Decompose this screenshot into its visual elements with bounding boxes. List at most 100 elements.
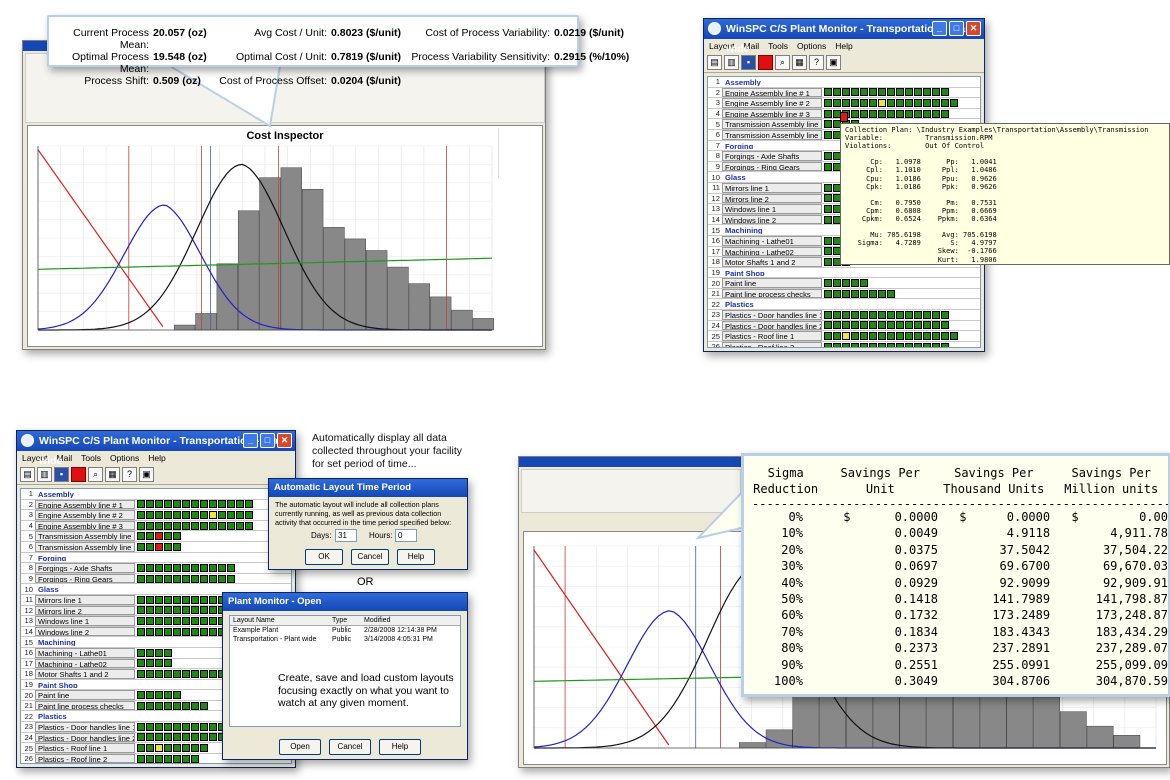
status-cell-ok[interactable] (896, 109, 904, 118)
status-cell-ok[interactable] (941, 88, 949, 97)
status-cell-ok[interactable] (191, 627, 199, 636)
status-cell-ok[interactable] (824, 109, 832, 118)
status-cell-ok[interactable] (932, 98, 940, 107)
status-cell-ok[interactable] (218, 521, 226, 530)
status-cell-ok[interactable] (182, 500, 190, 509)
status-cell-ok[interactable] (878, 88, 886, 97)
status-cell-ok[interactable] (146, 691, 154, 700)
status-cell-ok[interactable] (146, 616, 154, 625)
table-row[interactable]: 8 Forgings - Axle Shafts (21, 563, 291, 574)
menu-tools[interactable]: Tools (768, 39, 788, 53)
status-cell-ok[interactable] (164, 648, 172, 657)
table-row[interactable]: 2 Engine Assembly line # 1 (21, 499, 291, 511)
status-cell-ok[interactable] (164, 754, 172, 763)
status-cell-ok[interactable] (173, 510, 181, 519)
status-cell-ok[interactable] (851, 310, 859, 319)
status-cell-ok[interactable] (173, 563, 181, 572)
window-icon[interactable]: ▣ (826, 55, 841, 70)
status-cell-ok[interactable] (191, 500, 199, 509)
help-icon[interactable]: ? (809, 55, 824, 70)
status-cell-ok[interactable] (869, 98, 877, 107)
status-cell-ok[interactable] (941, 109, 949, 118)
status-cell-ok[interactable] (191, 754, 199, 763)
col-layout-name[interactable]: Layout Name (230, 616, 332, 625)
layout-list[interactable]: Layout Name Type Modified Example Plant … (229, 615, 461, 727)
status-cell-ok[interactable] (905, 98, 913, 107)
status-cell-ok[interactable] (914, 88, 922, 97)
status-cell-ok[interactable] (173, 733, 181, 742)
status-cell-ok[interactable] (137, 510, 145, 519)
status-cell-ok[interactable] (887, 98, 895, 107)
status-cell-ok[interactable] (941, 310, 949, 319)
status-cell-ok[interactable] (137, 701, 145, 710)
status-cell-ok[interactable] (200, 744, 208, 753)
status-cell-ok[interactable] (923, 98, 931, 107)
status-cell-ok[interactable] (182, 521, 190, 530)
table-row[interactable]: 26 Plastics - Roof line 2 (708, 341, 980, 347)
maximize-icon[interactable]: □ (260, 433, 275, 448)
status-cell-ok[interactable] (236, 521, 244, 530)
status-cell-ok[interactable] (137, 722, 145, 731)
status-cell-ok[interactable] (191, 733, 199, 742)
status-cell-ok[interactable] (173, 627, 181, 636)
status-cell-ok[interactable] (200, 722, 208, 731)
status-cell-ok[interactable] (209, 595, 217, 604)
status-cell-ok[interactable] (887, 310, 895, 319)
status-cell-ok[interactable] (200, 574, 208, 583)
status-cell-ok[interactable] (200, 510, 208, 519)
status-cell-ok[interactable] (218, 563, 226, 572)
status-cell-ok[interactable] (146, 627, 154, 636)
status-cell-ok[interactable] (191, 616, 199, 625)
status-cell-ok[interactable] (209, 500, 217, 509)
status-cell-ok[interactable] (146, 659, 154, 668)
status-cell-ok[interactable] (824, 289, 832, 298)
maximize-icon[interactable]: □ (949, 21, 964, 36)
status-cell-ok[interactable] (146, 574, 154, 583)
col-modified[interactable]: Modified (364, 616, 458, 625)
status-cell-ok[interactable] (182, 669, 190, 678)
status-cell-ok[interactable] (896, 342, 904, 347)
status-cell-ok[interactable] (200, 701, 208, 710)
status-cell-ok[interactable] (878, 332, 886, 341)
stop-icon[interactable] (71, 467, 86, 482)
status-cell-ok[interactable] (914, 321, 922, 330)
status-cell-ok[interactable] (905, 88, 913, 97)
status-cell-ok[interactable] (191, 521, 199, 530)
status-cell-ok[interactable] (173, 669, 181, 678)
status-cell-ok[interactable] (869, 321, 877, 330)
status-cell-ok[interactable] (923, 88, 931, 97)
status-cell-ok[interactable] (905, 332, 913, 341)
status-cell-ok[interactable] (941, 332, 949, 341)
status-cell-ok[interactable] (155, 691, 163, 700)
status-cell-ok[interactable] (209, 733, 217, 742)
status-cell-ok[interactable] (932, 321, 940, 330)
status-cell-ok[interactable] (860, 310, 868, 319)
status-cell-ok[interactable] (209, 669, 217, 678)
status-cell-ok[interactable] (887, 88, 895, 97)
status-cell-ok[interactable] (173, 532, 181, 541)
status-cell-ok[interactable] (941, 98, 949, 107)
status-cell-ok[interactable] (137, 532, 145, 541)
status-cell-ok[interactable] (182, 733, 190, 742)
status-cell-ok[interactable] (137, 616, 145, 625)
status-cell-ok[interactable] (137, 606, 145, 615)
hours-spinner[interactable]: 0 (395, 529, 417, 542)
status-cell-ok[interactable] (833, 332, 841, 341)
status-cell-ok[interactable] (887, 321, 895, 330)
status-cell-ok[interactable] (164, 542, 172, 551)
status-cell-ok[interactable] (245, 521, 253, 530)
status-cell-ok[interactable] (137, 659, 145, 668)
status-cell-ok[interactable] (896, 310, 904, 319)
status-cell-ok[interactable] (824, 247, 832, 256)
status-cell-ok[interactable] (155, 574, 163, 583)
status-cell-ok[interactable] (164, 510, 172, 519)
status-cell-ok[interactable] (905, 321, 913, 330)
status-cell-ok[interactable] (824, 342, 832, 347)
status-cell-warning[interactable] (842, 332, 850, 341)
menu-options[interactable]: Options (110, 451, 139, 465)
status-cell-ok[interactable] (824, 236, 832, 245)
status-cell-ok[interactable] (932, 310, 940, 319)
status-cell-ok[interactable] (164, 744, 172, 753)
status-cell-ok[interactable] (164, 733, 172, 742)
stop-icon[interactable] (758, 55, 773, 70)
